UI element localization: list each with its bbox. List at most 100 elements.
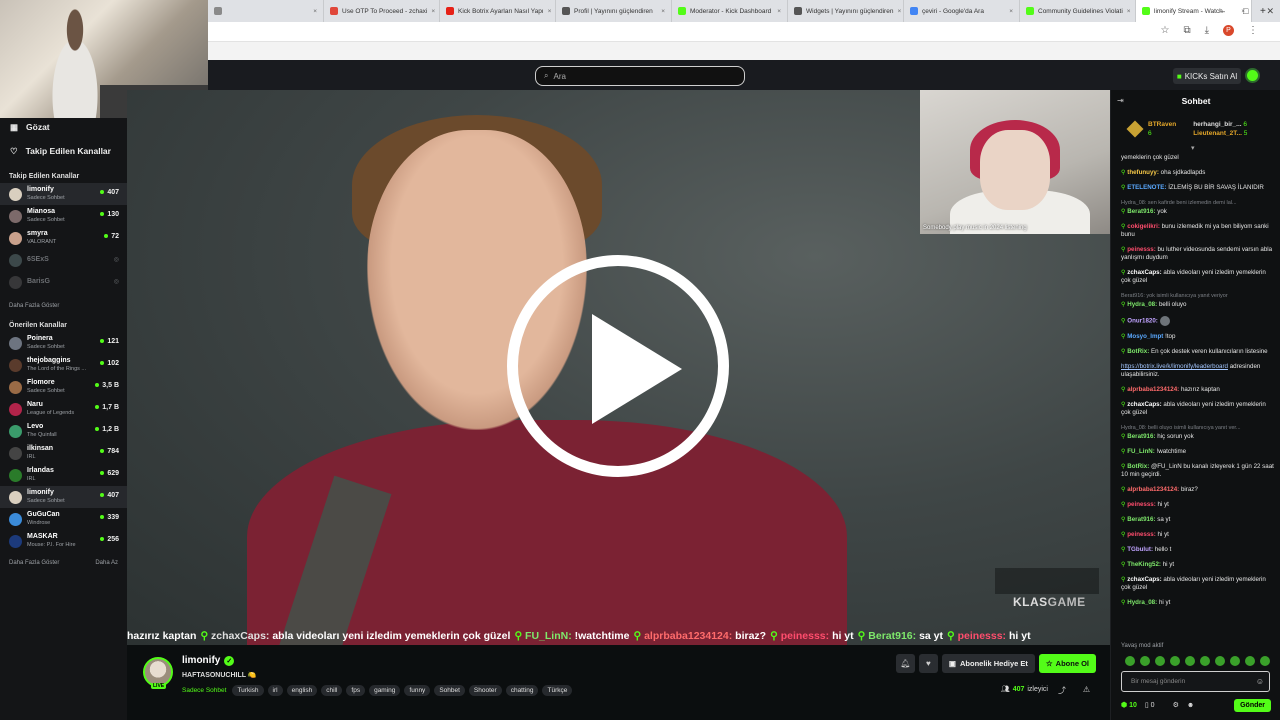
tab-close-icon[interactable]: × <box>1009 8 1013 15</box>
following-link[interactable]: ♡ Takip Edilen Kanallar <box>0 142 127 160</box>
followed-show-more[interactable]: Daha Fazla Göster <box>0 299 127 313</box>
sidebar-channel-irlandas[interactable]: Irlandas IRL 629 <box>0 464 127 486</box>
tab-close-icon[interactable]: × <box>431 8 435 15</box>
tab-close-icon[interactable]: × <box>313 8 317 15</box>
channel-name[interactable]: limonify ✓ <box>182 655 235 666</box>
sidebar-channel-levo[interactable]: Levo The Quinfall 1,2 B <box>0 420 127 442</box>
play-button[interactable] <box>507 255 729 477</box>
chat-username[interactable]: FU_LinN: <box>1127 448 1155 455</box>
chat-username[interactable]: thefunuyy: <box>1127 169 1159 176</box>
extensions-icon[interactable]: ⧉ <box>1183 25 1190 36</box>
chat-username[interactable]: zchaxCaps: <box>1127 269 1161 276</box>
chat-username[interactable]: Hydra_08: <box>1127 301 1157 308</box>
chat-username[interactable]: peinesss: <box>1127 501 1156 508</box>
tag-funny[interactable]: funny <box>404 685 431 696</box>
tag-gaming[interactable]: gaming <box>369 685 401 696</box>
sidebar-channel-6sexs[interactable]: 6SExS ◎ <box>0 249 127 271</box>
chat-username[interactable]: alprbaba1234124: <box>1127 486 1179 493</box>
bookmark-star-icon[interactable]: ☆ <box>1160 25 1169 36</box>
maximize-icon[interactable]: □ <box>1243 6 1248 16</box>
chat-username[interactable]: cokigelikri: <box>1127 223 1160 230</box>
tag-chatting[interactable]: chatting <box>505 685 539 696</box>
chat-username[interactable]: zchaxCaps: <box>1127 576 1161 583</box>
browser-tab[interactable]: çeviri - Google'da Ara × <box>904 0 1020 22</box>
sidebar-channel-gugucan[interactable]: GuGuCan Windrose 339 <box>0 508 127 530</box>
sidebar-channel-flomore[interactable]: Flomore Sadece Sohbet 3,5 B <box>0 376 127 398</box>
chat-message-input[interactable]: Bir mesaj gönderin ☺ <box>1121 671 1270 692</box>
sidebar-channel-thejobaggins[interactable]: thejobaggins The Lord of the Rings ... 102 <box>0 354 127 376</box>
emote-icon[interactable] <box>1125 656 1135 666</box>
category-link[interactable]: Sadece Sohbet <box>182 687 226 694</box>
chat-username[interactable]: Mosyo_Impt <box>1127 333 1163 340</box>
sidebar-channel-limonify[interactable]: limonify Sadece Sohbet 407 <box>0 183 127 205</box>
emote-icon[interactable] <box>1140 656 1150 666</box>
show-less-button[interactable]: Daha Az <box>95 560 118 566</box>
browser-profile-avatar[interactable]: P <box>1223 25 1234 36</box>
video-player[interactable]: Somebody play music in 2024 listening KL… <box>127 90 1110 645</box>
chat-username[interactable]: peinesss: <box>1127 246 1156 253</box>
browser-tab[interactable]: Kick Botrix Ayarları Nasıl Yapı × <box>440 0 556 22</box>
chat-username[interactable]: zchaxCaps: <box>1127 401 1161 408</box>
minimize-icon[interactable]: – <box>1220 6 1225 16</box>
send-button[interactable]: Gönder <box>1234 698 1271 712</box>
tab-close-icon[interactable]: × <box>1127 8 1131 15</box>
chat-username[interactable]: Hydra_08: <box>1127 599 1157 606</box>
chat-username[interactable]: Berat916: <box>1127 516 1155 523</box>
tag-irl[interactable]: irl <box>267 685 283 696</box>
emoji-picker-icon[interactable]: ☺ <box>1256 677 1264 686</box>
browser-tab[interactable]: Use OTP To Proceed - zchaxi × <box>324 0 440 22</box>
sidebar-channel-ilkinsan[interactable]: ilkinsan IRL 784 <box>0 442 127 464</box>
tag-türkçe[interactable]: Türkçe <box>542 685 573 696</box>
emote-icon[interactable] <box>1185 656 1195 666</box>
subscribe-button[interactable]: ☆ Abone Ol <box>1038 654 1096 673</box>
downloads-icon[interactable]: ⤓ <box>1205 25 1209 36</box>
show-more-button[interactable]: Daha Fazla Göster <box>9 560 59 566</box>
sidebar-channel-smyra[interactable]: smyra VALORANT 72 <box>0 227 127 249</box>
sidebar-channel-maskar[interactable]: MASKAR Mouse: P.I. For Hire 256 <box>0 530 127 552</box>
chat-users-icon[interactable]: ☻ <box>1187 702 1194 709</box>
emote-icon[interactable] <box>1155 656 1165 666</box>
timeout-counter[interactable]: ▯ 0 <box>1145 701 1155 709</box>
tab-close-icon[interactable]: × <box>661 8 665 15</box>
chat-username[interactable]: Berat916: <box>1127 433 1155 440</box>
sidebar-channel-poinera[interactable]: Poinera Sadece Sohbet 121 <box>0 332 127 354</box>
user-avatar[interactable] <box>1245 68 1260 83</box>
chat-username[interactable]: ETELENOTE: <box>1127 184 1166 191</box>
tab-close-icon[interactable]: × <box>777 8 781 15</box>
chat-username[interactable]: alprbaba1234124: <box>1127 386 1179 393</box>
sidebar-channel-limonify[interactable]: limonify Sadece Sohbet 407 <box>0 486 127 508</box>
tag-turkish[interactable]: Turkish <box>232 685 264 696</box>
browser-tab[interactable]: × <box>208 0 324 22</box>
browser-tab[interactable]: Community Guidelines Violati × <box>1020 0 1136 22</box>
emote-icon[interactable] <box>1170 656 1180 666</box>
report-icon[interactable]: ⚠ <box>1083 685 1090 694</box>
tag-english[interactable]: english <box>286 685 318 696</box>
emote-icon[interactable] <box>1230 656 1240 666</box>
leaderboard-expand-icon[interactable]: ▾ <box>1191 144 1195 152</box>
emote-icon[interactable] <box>1200 656 1210 666</box>
chat-username[interactable]: TGbulut: <box>1127 546 1153 553</box>
emote-icon[interactable] <box>1245 656 1255 666</box>
sidebar-channel-mianosa[interactable]: Mianosa Sadece Sohbet 130 <box>0 205 127 227</box>
browser-tab[interactable]: Profil | Yayınını güçlendiren × <box>556 0 672 22</box>
tag-fps[interactable]: fps <box>346 685 366 696</box>
notification-bell-button[interactable]: 🔔︎ <box>895 654 915 673</box>
share-icon[interactable]: ⤴ <box>1058 685 1066 696</box>
gift-subscription-button[interactable]: ▣ Abonelik Hediye Et <box>941 654 1035 673</box>
buy-kicks-button[interactable]: ■ KICKs Satın Al <box>1173 68 1241 84</box>
follow-heart-button[interactable]: ♥ <box>918 654 938 673</box>
chat-settings-icon[interactable]: ⚙ <box>1173 701 1179 709</box>
browse-link[interactable]: ▦ Gözat <box>0 118 127 136</box>
close-window-icon[interactable]: ✕ <box>1266 6 1274 17</box>
chat-username[interactable]: Onur1820: <box>1127 318 1158 325</box>
browser-tab[interactable]: Moderator - Kick Dashboard × <box>672 0 788 22</box>
chat-link[interactable]: https://botrix.live/k/limonify/leaderboa… <box>1121 363 1228 370</box>
search-input[interactable]: ⌕ Ara <box>535 66 745 86</box>
tag-sohbet[interactable]: Sohbet <box>434 685 465 696</box>
sidebar-channel-barisg[interactable]: BarisG ◎ <box>0 271 127 293</box>
browser-tab[interactable]: Widgets | Yayınını güçlendiren × <box>788 0 904 22</box>
tab-close-icon[interactable]: × <box>897 8 901 15</box>
chat-username[interactable]: Berat916: <box>1127 208 1155 215</box>
browser-menu-icon[interactable]: ⋮ <box>1248 25 1258 36</box>
chat-username[interactable]: BotRix: <box>1127 348 1149 355</box>
